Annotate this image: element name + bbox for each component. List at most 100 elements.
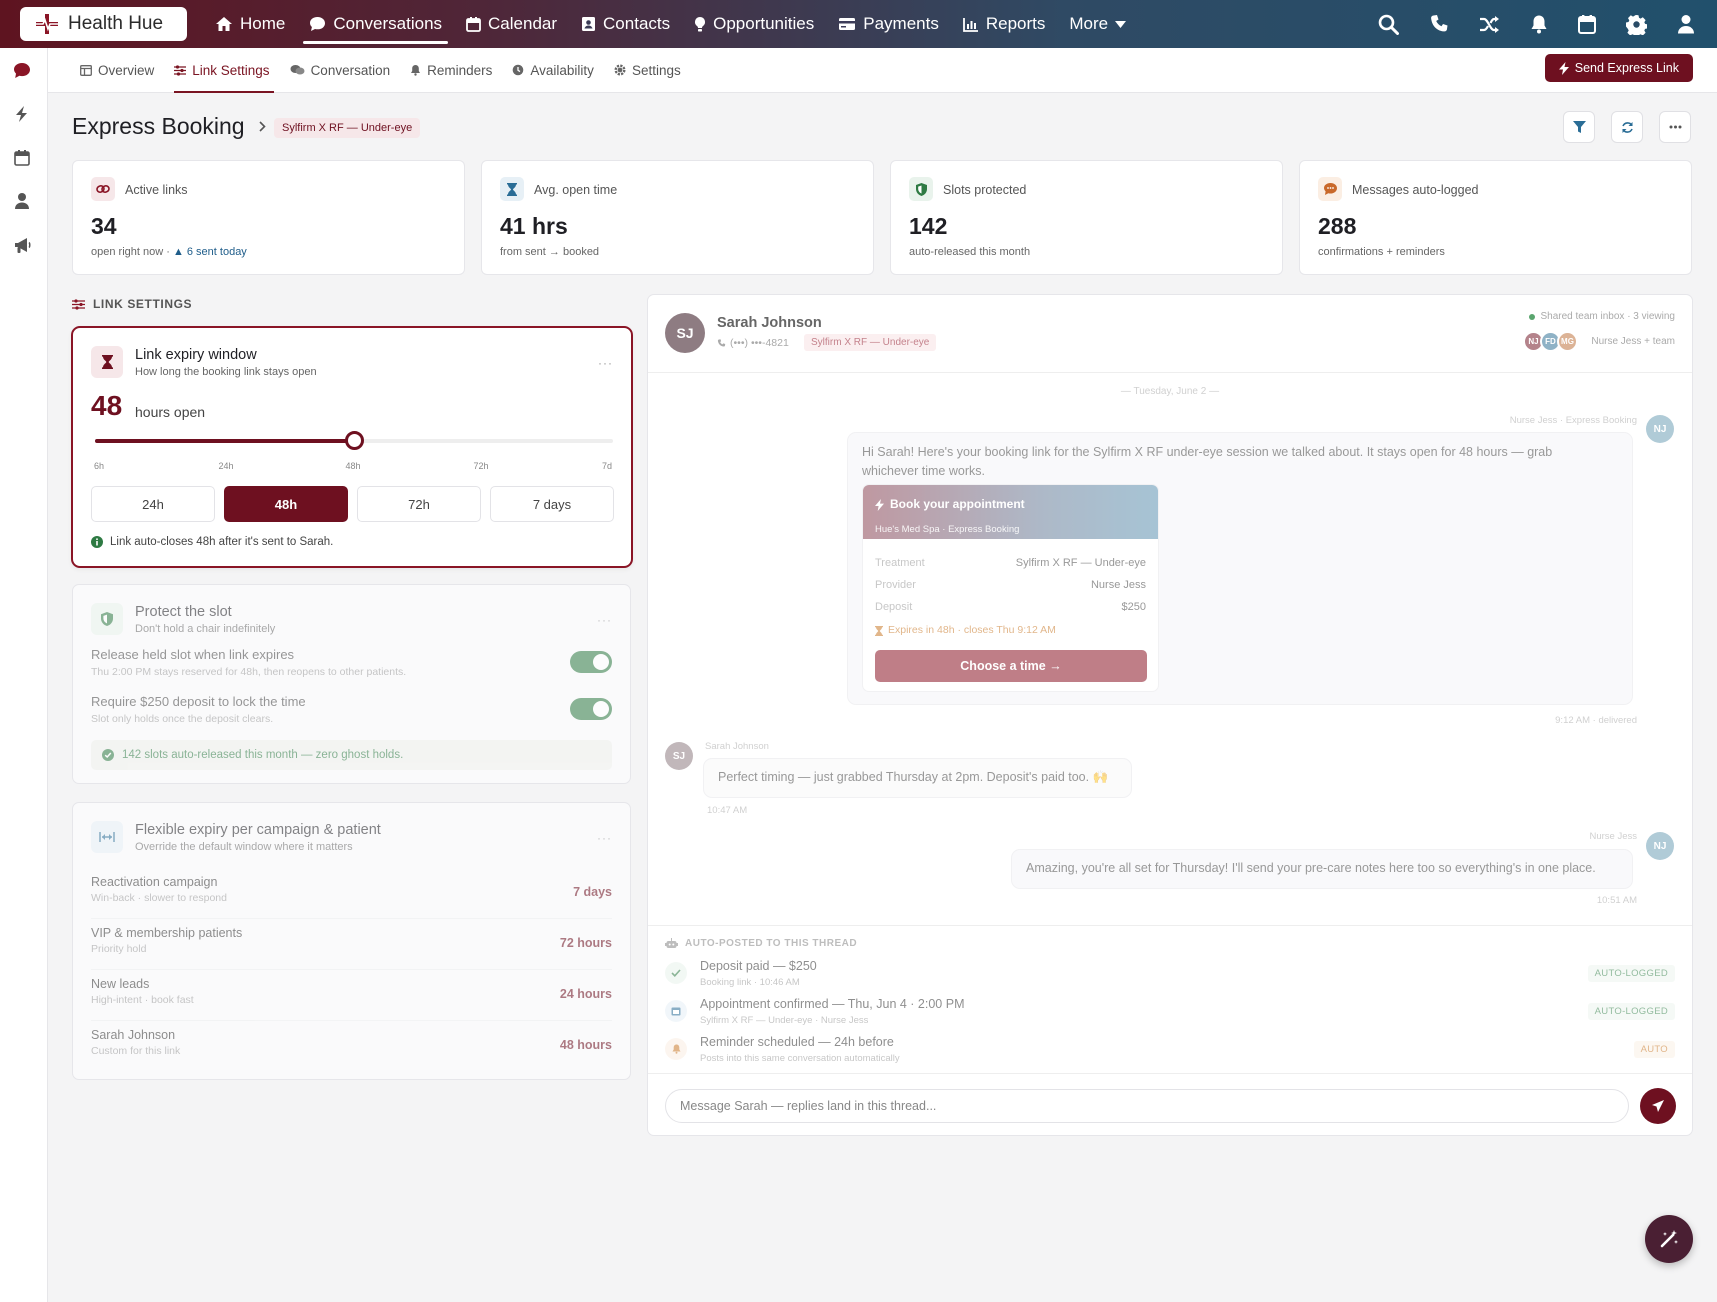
sliders-icon: [72, 298, 85, 310]
nav-more[interactable]: More: [1057, 0, 1138, 48]
slots-released-note: 142 slots auto-released this month — zer…: [91, 740, 612, 770]
left-rail: [0, 48, 48, 1302]
team-label: Nurse Jess + team: [1591, 336, 1675, 347]
expiry-slider-handle[interactable]: [345, 431, 364, 450]
flex-row-sarah-johnson[interactable]: Sarah Johnson Custom for this link 48 hour…: [91, 1022, 612, 1072]
sliders-icon: [174, 64, 187, 76]
phone-icon: [717, 338, 726, 347]
contact-name: Sarah Johnson: [717, 315, 822, 331]
bolt-icon: [875, 498, 884, 511]
bell-icon[interactable]: [1530, 14, 1548, 34]
release-slot-setting: Release held slot when link expires Thu 2…: [91, 647, 407, 678]
clock-icon: [513, 64, 524, 76]
treatment-badge: Sylfirm X RF — Under-eye: [274, 118, 421, 138]
message-input[interactable]: Message Sarah — replies land in this thr…: [665, 1089, 1629, 1123]
user-icon[interactable]: [1677, 14, 1695, 34]
calendar-icon[interactable]: [1578, 14, 1596, 34]
bolt-icon: [1558, 61, 1569, 75]
nurse-avatar: NJ: [1646, 415, 1674, 443]
bolt-icon[interactable]: [13, 105, 31, 123]
person-icon[interactable]: [13, 192, 31, 210]
magic-assist-button[interactable]: [1645, 1215, 1693, 1263]
auto-logged-badge: AUTO-LOGGED: [1587, 1003, 1675, 1020]
chevron-down-icon: [1115, 20, 1127, 28]
more-options-button[interactable]: [1659, 111, 1691, 143]
conversation-panel: SJ Sarah Johnson (•••) •••-4821 Sylfirm …: [647, 294, 1693, 1136]
team-avatar: MG: [1557, 331, 1578, 352]
info-icon: [91, 536, 103, 548]
flex-row-vip[interactable]: VIP & membership patients Priority hold 72…: [91, 920, 612, 970]
nav-reports[interactable]: Reports: [951, 0, 1058, 48]
tab-settings[interactable]: Settings: [604, 48, 691, 93]
chevron-right-icon: [259, 121, 266, 132]
nav-opportunities[interactable]: Opportunities: [682, 0, 826, 48]
top-nav: Health Hue Home Conversations Calendar C…: [0, 0, 1717, 48]
chat-icon: [310, 17, 326, 31]
outbound-message: Hi Sarah! Here's your booking link for t…: [847, 432, 1633, 705]
auto-item-appointment: Appointment confirmed — Thu, Jun 4 · 2:0…: [665, 995, 1675, 1031]
send-message-button[interactable]: [1640, 1088, 1676, 1124]
nav-home[interactable]: Home: [203, 0, 297, 48]
slider-tick: 7d: [601, 461, 613, 471]
card-icon: [839, 18, 856, 30]
message-sender: Sarah Johnson: [705, 741, 769, 752]
expiry-option-7-days[interactable]: 7 days: [490, 486, 614, 522]
chat-bubbles-icon: [290, 65, 305, 75]
nav-payments[interactable]: Payments: [826, 0, 951, 48]
booking-link-card[interactable]: Book your appointment Hue's Med Spa · Ex…: [862, 484, 1159, 692]
deposit-toggle[interactable]: [570, 698, 612, 720]
message-sender: Nurse Jess: [1589, 831, 1637, 842]
tab-availability[interactable]: Availability: [502, 48, 604, 93]
expiry-slider[interactable]: [95, 431, 613, 450]
nav-contacts[interactable]: Contacts: [569, 0, 682, 48]
flex-row-new-leads[interactable]: New leads High-intent · book fast 24 hours: [91, 971, 612, 1021]
auto-posted-header: AUTO-POSTED TO THIS THREAD: [665, 938, 857, 949]
nurse-avatar: NJ: [1646, 832, 1674, 860]
layout-icon: [80, 64, 92, 76]
calendar-icon[interactable]: [13, 149, 31, 167]
nav-calendar[interactable]: Calendar: [454, 0, 569, 48]
tab-overview[interactable]: Overview: [70, 48, 164, 93]
flex-row-reactivation[interactable]: Reactivation campaign Win-back · slower t…: [91, 869, 612, 919]
message-time: 10:51 AM: [1596, 895, 1637, 906]
release-slot-toggle[interactable]: [570, 651, 612, 673]
card-menu-icon[interactable]: ···: [597, 613, 612, 627]
inbox-status: Shared team inbox · 3 viewing: [1529, 311, 1675, 322]
contact-avatar: SJ: [665, 742, 693, 770]
tab-link-settings[interactable]: Link Settings: [164, 48, 279, 93]
stat-avg-open-time: Avg. open time 41 hrs from sent → booked: [481, 160, 874, 275]
expiry-option-72h[interactable]: 72h: [357, 486, 481, 522]
check-circle-icon: [102, 749, 114, 761]
search-icon[interactable]: [1378, 14, 1399, 35]
protect-slot-card: Protect the slot Don't hold a chair inde…: [72, 584, 631, 784]
app-logo[interactable]: Health Hue: [20, 7, 187, 41]
link-expiry-note: Expires in 48h · closes Thu 9:12 AM: [875, 621, 1056, 640]
megaphone-icon[interactable]: [13, 236, 32, 254]
card-menu-icon[interactable]: ···: [597, 831, 612, 845]
nav-conversations[interactable]: Conversations: [297, 0, 454, 48]
send-express-link-button[interactable]: Send Express Link: [1544, 54, 1693, 82]
stat-active-links: Active links 34 open right now · ▲ 6 sen…: [72, 160, 465, 275]
filter-button[interactable]: [1563, 111, 1595, 143]
message-time: 10:47 AM: [707, 805, 748, 816]
stat-messages-auto-logged: Messages auto-logged 288 confirmations +…: [1299, 160, 1692, 275]
expiry-option-24h[interactable]: 24h: [91, 486, 215, 522]
message-sender: Nurse Jess · Express Booking: [1509, 415, 1637, 426]
calendar-icon: [466, 17, 481, 32]
tab-reminders[interactable]: Reminders: [400, 48, 502, 93]
refresh-button[interactable]: [1611, 111, 1643, 143]
expiry-option-48h[interactable]: 48h: [224, 486, 348, 522]
gear-icon[interactable]: [1626, 14, 1647, 35]
tab-conversation[interactable]: Conversation: [280, 48, 401, 93]
bell-icon: [665, 1038, 687, 1060]
slider-tick: 6h: [93, 461, 105, 471]
slider-tick: 24h: [218, 461, 234, 471]
shuffle-icon[interactable]: [1479, 15, 1500, 34]
choose-time-button[interactable]: Choose a time →: [875, 650, 1147, 682]
card-menu-icon[interactable]: ···: [598, 356, 613, 370]
divider: [648, 925, 1692, 926]
chat-icon[interactable]: [13, 62, 31, 79]
shield-icon: [91, 603, 123, 635]
phone-icon[interactable]: [1429, 14, 1449, 34]
divider: [648, 1073, 1692, 1074]
